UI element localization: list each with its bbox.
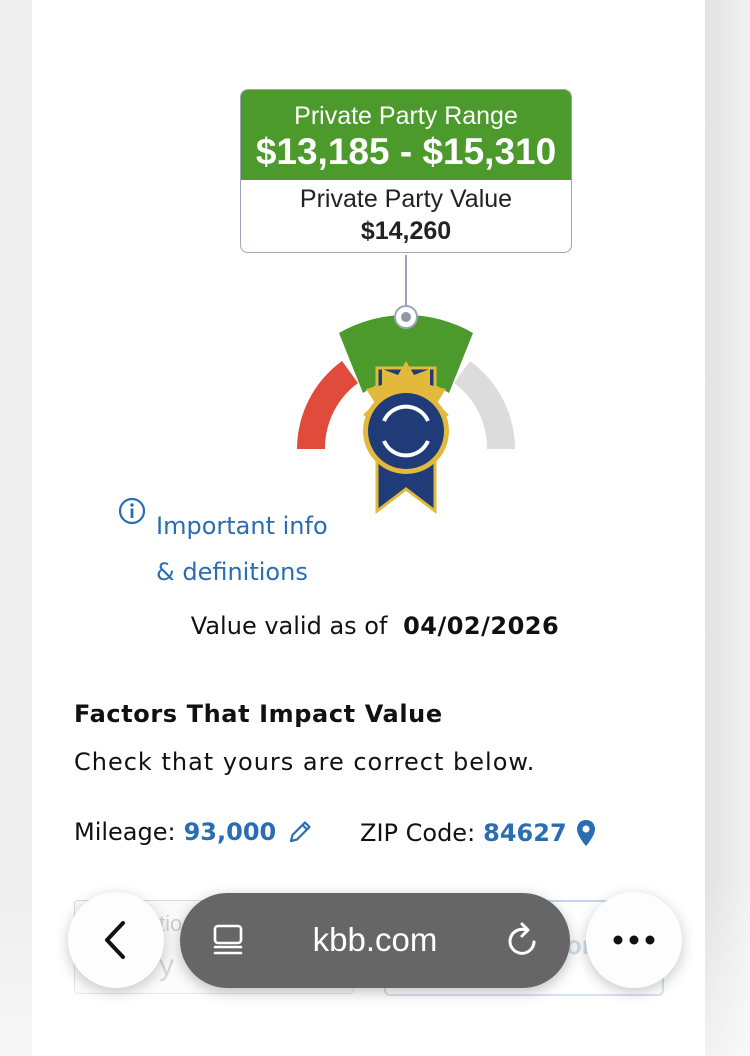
back-button[interactable]: [68, 892, 164, 988]
info-circle-icon: [118, 497, 146, 525]
mileage-label: Mileage:: [74, 818, 176, 846]
range-header: Private Party Range $13,185 - $15,310: [241, 90, 571, 180]
important-info-line1[interactable]: Important info: [156, 503, 328, 549]
private-party-value: $14,260: [360, 217, 452, 245]
range-value: $13,185 - $15,310: [255, 131, 557, 172]
zip-label: ZIP Code:: [360, 819, 476, 847]
range-label: Private Party Range: [294, 102, 518, 130]
gauge-pointer-dot: [401, 312, 411, 322]
gauge-segment-high: [454, 361, 515, 449]
zip-code-factor[interactable]: ZIP Code: 84627: [360, 818, 597, 848]
kbb-badge-icon: [363, 361, 449, 515]
price-range-card: Private Party Range $13,185 - $15,310 Pr…: [240, 89, 572, 253]
address-bar[interactable]: kbb.com: [180, 893, 570, 988]
important-info-line2[interactable]: & definitions: [156, 549, 328, 595]
private-party-value-label: Private Party Value: [299, 185, 513, 213]
reload-icon[interactable]: [504, 920, 542, 960]
back-chevron-icon: [105, 921, 125, 959]
page-edge-shadow: [705, 0, 750, 1056]
map-pin-icon[interactable]: [575, 818, 597, 848]
mileage-factor[interactable]: Mileage: 93,000: [74, 818, 314, 846]
valid-date: 04/02/2026: [403, 612, 560, 640]
factors-title: Factors That Impact Value: [74, 700, 443, 728]
pencil-edit-icon[interactable]: [286, 818, 314, 846]
more-icon: [613, 935, 655, 945]
valid-label: Value valid as of: [190, 612, 388, 640]
more-button[interactable]: [586, 892, 682, 988]
mileage-value[interactable]: 93,000: [184, 818, 277, 846]
important-info-text[interactable]: Important info & definitions: [156, 503, 328, 595]
factors-subtitle: Check that yours are correct below.: [74, 748, 536, 776]
value-gauge: [297, 255, 515, 515]
gauge-segment-low: [297, 361, 358, 449]
zip-value[interactable]: 84627: [483, 819, 567, 847]
value-valid-date: Value valid as of 04/02/2026: [0, 612, 750, 640]
